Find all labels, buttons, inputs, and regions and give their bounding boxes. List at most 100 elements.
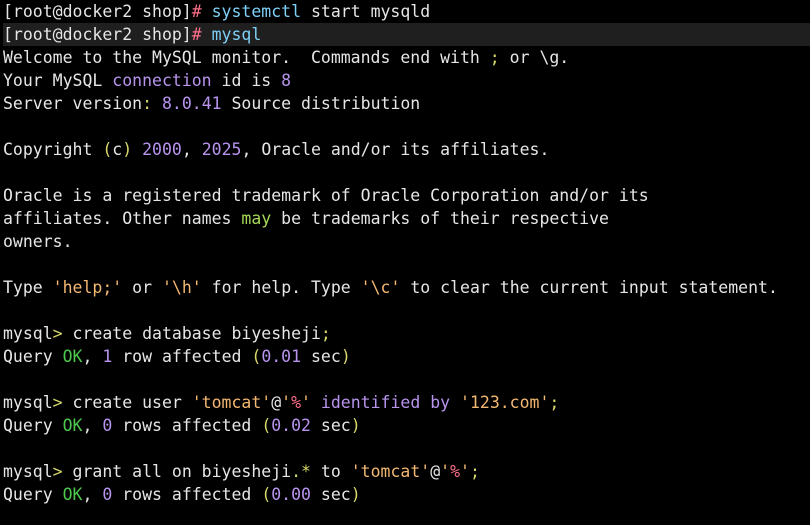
- terminal-text-segment: >: [52, 393, 63, 412]
- terminal-text-segment: row affected: [112, 347, 252, 366]
- terminal-text-segment: >: [52, 462, 63, 481]
- terminal-text-segment: @: [430, 462, 441, 481]
- terminal-line: Your MySQL connection id is 8: [3, 69, 810, 92]
- terminal-text-segment: mysql: [3, 324, 53, 343]
- terminal-line: Type 'help;' or '\h' for help. Type '\c'…: [3, 276, 810, 299]
- terminal-text-segment: 8.0.41: [161, 94, 222, 113]
- terminal-line: Query OK, 0 rows affected (0.02 sec): [3, 414, 810, 437]
- terminal-text-segment: '123.com': [460, 393, 550, 412]
- terminal-text-segment: OK: [62, 416, 83, 435]
- terminal-text-segment: rows affected: [112, 416, 262, 435]
- terminal-text-segment: Source distribution: [221, 94, 421, 113]
- terminal-line: [root@docker2 shop]# systemctl start mys…: [3, 0, 810, 23]
- terminal-text-segment: '\h': [161, 278, 202, 297]
- terminal-text-segment: #: [191, 2, 212, 21]
- terminal-text-segment: create user: [62, 393, 192, 412]
- terminal-text-segment: mysql: [3, 393, 53, 412]
- terminal-text-segment: ,: [181, 140, 202, 159]
- terminal-text-segment: '\c': [360, 278, 401, 297]
- terminal-text-segment: ,: [82, 485, 103, 504]
- terminal-text-segment: 0: [102, 485, 113, 504]
- terminal-text-segment: Query: [3, 347, 63, 366]
- terminal-text-segment: affiliates. Other names: [3, 209, 242, 228]
- terminal-text-segment: 2025: [201, 140, 242, 159]
- terminal-line: Query OK, 1 row affected (0.01 sec): [3, 345, 810, 368]
- terminal-text-segment: Welcome to the MySQL monitor. Commands e…: [3, 48, 490, 67]
- terminal-line: mysql> create database biyesheji;: [3, 322, 810, 345]
- terminal-text-segment: Copyright: [3, 140, 103, 159]
- terminal-text-segment: grant all on biyesheji: [62, 462, 292, 481]
- terminal-text-segment: id is: [211, 71, 282, 90]
- terminal-text-segment: systemctl: [211, 2, 302, 21]
- terminal-text-segment: :: [142, 94, 162, 113]
- terminal-line: Server version: 8.0.41 Source distributi…: [3, 92, 810, 115]
- terminal-line: mysql> grant all on biyesheji.* to 'tomc…: [3, 460, 810, 483]
- terminal-text-segment: ): [122, 140, 133, 159]
- terminal-text-segment: ,: [82, 347, 103, 366]
- terminal-text-segment: ;: [469, 462, 480, 481]
- terminal-text-segment: ): [340, 347, 351, 366]
- terminal-text-segment: start mysqld: [301, 2, 431, 21]
- terminal-text-segment: Query: [3, 485, 63, 504]
- terminal-text-segment: ,: [82, 416, 103, 435]
- terminal-text-segment: %: [291, 393, 302, 412]
- terminal-text-segment: to clear the current input statement.: [400, 278, 778, 297]
- terminal-text-segment: 0.00: [271, 485, 311, 504]
- terminal-text-segment: >: [52, 324, 63, 343]
- terminal-text-segment: Query: [3, 416, 63, 435]
- terminal-text-segment: by: [430, 393, 451, 412]
- terminal-text-segment: Server version: [3, 94, 143, 113]
- terminal-text-segment: ): [350, 416, 361, 435]
- terminal-text-segment: identified: [320, 393, 421, 412]
- terminal-text-segment: connection: [112, 71, 212, 90]
- terminal-line: Query OK, 0 rows affected (0.00 sec): [3, 483, 810, 506]
- terminal-line: affiliates. Other names may be trademark…: [3, 207, 810, 230]
- terminal-text-segment: [root@docker2 shop]: [3, 2, 192, 21]
- terminal-text-segment: ': [440, 462, 451, 481]
- terminal-text-segment: Oracle is a registered trademark of Orac…: [3, 186, 649, 205]
- terminal-text-segment: mysql: [3, 462, 53, 481]
- terminal-text-segment: sec: [311, 416, 351, 435]
- terminal-text-segment: ': [301, 393, 311, 412]
- terminal-line: [root@docker2 shop]# mysql: [3, 23, 810, 46]
- terminal-text-segment: ;: [489, 48, 500, 67]
- terminal-text-segment: , Oracle and/or its affiliates.: [241, 140, 550, 159]
- terminal-line: Welcome to the MySQL monitor. Commands e…: [3, 46, 810, 69]
- terminal-text-segment: 0: [102, 416, 113, 435]
- terminal-text-segment: c: [112, 140, 123, 159]
- terminal-text-segment: 8: [281, 71, 292, 90]
- terminal-text-segment: to: [310, 462, 351, 481]
- terminal-text-segment: ;: [320, 324, 331, 343]
- terminal-text-segment: 0.01: [261, 347, 302, 366]
- terminal-text-segment: 0.02: [271, 416, 311, 435]
- terminal-text-segment: ;: [549, 393, 560, 412]
- terminal-line: Copyright (c) 2000, 2025, Oracle and/or …: [3, 138, 810, 161]
- terminal-text-segment: be trademarks of their respective: [271, 209, 609, 228]
- terminal-text-segment: for help. Type: [201, 278, 361, 297]
- terminal-text-segment: ': [281, 393, 292, 412]
- terminal-text-segment: rows affected: [112, 485, 262, 504]
- terminal-text-segment: 2000: [142, 140, 182, 159]
- terminal-text-segment: Your MySQL: [3, 71, 113, 90]
- terminal-window[interactable]: [root@docker2 shop]# systemctl start mys…: [0, 0, 810, 525]
- terminal-text-segment: (: [251, 347, 262, 366]
- terminal-text-segment: [root@docker2 shop]: [3, 25, 192, 44]
- terminal-text-segment: create database biyesheji: [62, 324, 321, 343]
- terminal-text-segment: owners.: [3, 232, 73, 251]
- terminal-text-segment: may: [241, 209, 272, 228]
- terminal-text-segment: 'help;': [52, 278, 123, 297]
- terminal-text-segment: (: [261, 416, 272, 435]
- terminal-text-segment: 1: [102, 347, 113, 366]
- terminal-text-segment: %: [450, 462, 461, 481]
- terminal-line: Oracle is a registered trademark of Orac…: [3, 184, 810, 207]
- terminal-text-segment: (: [102, 140, 113, 159]
